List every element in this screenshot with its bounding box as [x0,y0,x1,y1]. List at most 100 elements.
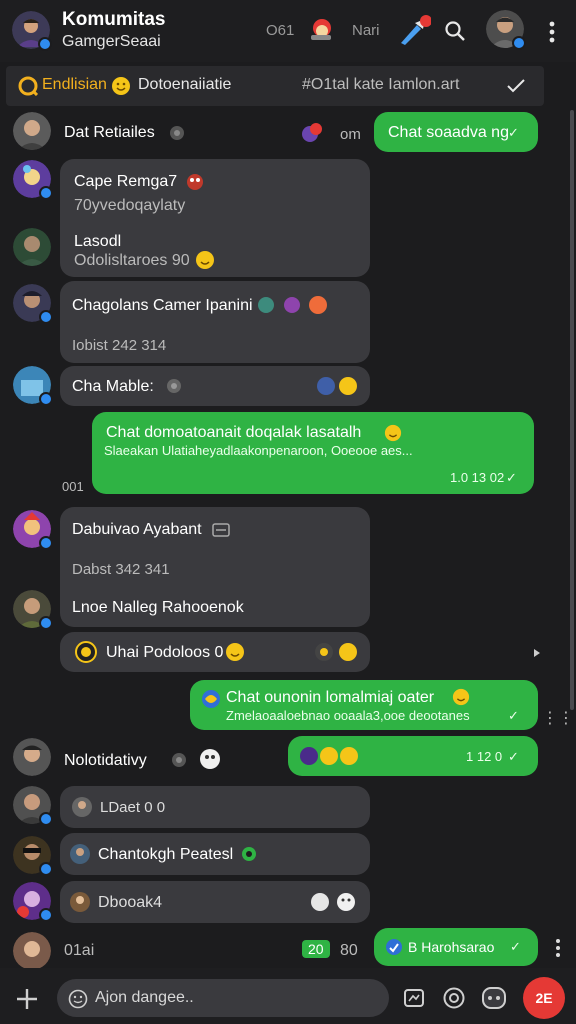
scrollbar[interactable] [570,110,574,710]
avatar[interactable] [13,366,53,406]
message-title: Cape Remga7 [74,173,178,190]
message-text: B Harohsarao [408,939,495,955]
message-time: 1.0 13 02 [450,470,505,485]
reaction-icon[interactable] [300,120,324,144]
community-avatar[interactable] [12,11,52,51]
more-options-icon[interactable] [550,936,566,960]
incoming-message[interactable]: LDaet 0 0 [60,786,370,828]
sender-name[interactable]: Dat Retiailes [64,124,155,142]
status-icon [170,751,188,769]
message-text: Chantokgh Peatesl [98,846,234,863]
avatar[interactable] [13,738,51,776]
smile-emoji-icon [450,686,472,708]
message-title: Dabuivao Ayabant [72,521,202,538]
smile-emoji-icon [110,75,132,97]
sticker-icon[interactable] [440,984,468,1012]
avatar[interactable] [13,786,53,826]
avatar[interactable] [13,510,53,550]
message-subtitle: 70yvedoqaylaty [74,197,186,214]
message-subtitle: Dabst 342 341 [72,561,170,578]
message-text: Chat soaadva ng [388,124,509,141]
outgoing-message[interactable]: B Harohsarao ✓ [374,928,538,966]
message-time: 1 12 0 [466,749,503,764]
smile-emoji-icon [194,249,216,271]
outgoing-message[interactable]: Chat domoatoanait doqalak lasatalh Slaea… [92,412,534,494]
more-options-icon[interactable]: ⋮⋮ [542,708,574,728]
forward-icon[interactable] [530,646,544,660]
read-check-icon: ✓ [510,939,521,954]
sticker-icon[interactable] [197,746,223,772]
header-alt-label: Nari [352,22,380,39]
read-check-icon: ✓ [508,708,519,723]
avatar[interactable] [13,228,51,266]
incoming-message[interactable]: Dbooak4 [60,881,370,923]
read-check-icon: ✓ [508,125,519,140]
avatar[interactable] [13,112,51,150]
message-time: 001 [62,479,84,494]
message-subtitle: Zmelaoaaloebnao ooaala3,ooe deootanes [226,708,470,723]
outgoing-message[interactable]: 1 12 0 ✓ [288,736,538,776]
profile-avatar[interactable] [486,10,526,50]
pin-icon [16,74,40,98]
avatar[interactable] [13,590,53,630]
status-icon [240,845,258,863]
reaction-icon [312,640,362,664]
smile-emoji-icon [382,422,404,444]
message-title: Chagolans Camer Ipanini [72,297,253,314]
reaction-icon [314,374,362,398]
sender-name[interactable]: Nolotidativy [64,752,147,770]
message-subtitle: Slaeakan Ulatiaheyadlaakonpenaroon, Ooeo… [104,443,413,458]
shortcut-icon[interactable] [396,14,432,48]
message-text: Dbooak4 [98,894,163,911]
more-options-icon[interactable] [540,18,564,46]
avatar[interactable] [13,932,51,970]
check-icon[interactable] [504,74,528,98]
unread-badge: 20 [302,940,330,958]
reaction-icon [256,293,328,317]
incoming-message[interactable]: Chagolans Camer Ipanini Iobist 242 314 [60,281,370,363]
message-text: Uhai Podoloos 0 [106,644,224,661]
emoji-icon[interactable] [67,988,89,1010]
message-text: LDaet 0 0 [100,799,166,816]
status-icon [168,124,186,142]
read-check-icon: ✓ [508,749,519,764]
send-badge: 2E [535,990,553,1006]
outgoing-message[interactable]: Chat ounonin lomalmiaj oater Zmelaoaaloe… [190,680,538,730]
outgoing-message[interactable]: Chat soaadva ng ✓ [374,112,538,152]
user-icon [68,890,92,914]
message-title: Chat domoatoanait doqalak lasatalh [106,424,362,441]
incoming-message[interactable]: Chantokgh Peatesl [60,833,370,875]
voice-icon[interactable] [480,984,508,1012]
user-icon [68,842,92,866]
send-button[interactable]: 2E [523,977,565,1019]
gif-icon[interactable] [400,984,428,1012]
reaction-icon [298,744,360,768]
header-time-label: O61 [266,22,295,39]
incoming-message[interactable]: Dabuivao Ayabant Dabst 342 341 Lnoe Nall… [60,507,370,627]
user-icon [70,795,94,819]
avatar[interactable] [13,836,53,876]
avatar[interactable] [13,160,53,200]
pinned-right-text: #O1tal kate Iamlon.art [302,76,460,93]
incoming-message[interactable]: Uhai Podoloos 0 [60,632,370,672]
message-input-placeholder: Ajon dangee.. [95,989,194,1006]
pinned-label: Endlisian [42,76,107,93]
header-bar: Komumitas GamgerSeaai O61 Nari [0,0,576,62]
avatar[interactable] [13,284,53,324]
smile-emoji-icon [224,641,246,663]
incoming-message[interactable]: Cha Mable: [60,366,370,406]
message-time: om [340,126,361,143]
search-icon[interactable] [442,18,468,44]
message-input[interactable]: Ajon dangee.. [57,979,389,1017]
reaction-icon [308,890,362,914]
keyboard-icon [210,521,232,539]
page-subtitle: GamgerSeaai [62,33,161,50]
sticker-icon[interactable] [306,14,338,46]
avatar[interactable] [13,882,53,922]
message-title: Cha Mable: [72,378,154,395]
like-icon [384,937,404,957]
message-count: 80 [340,942,358,959]
pinned-message-bar[interactable]: Endlisian Dotoenaiiatie #O1tal kate Iaml… [6,66,544,106]
incoming-message[interactable]: Cape Remga7 70yvedoqaylaty Lasodl Odolis… [60,159,370,277]
add-icon[interactable] [12,984,42,1014]
